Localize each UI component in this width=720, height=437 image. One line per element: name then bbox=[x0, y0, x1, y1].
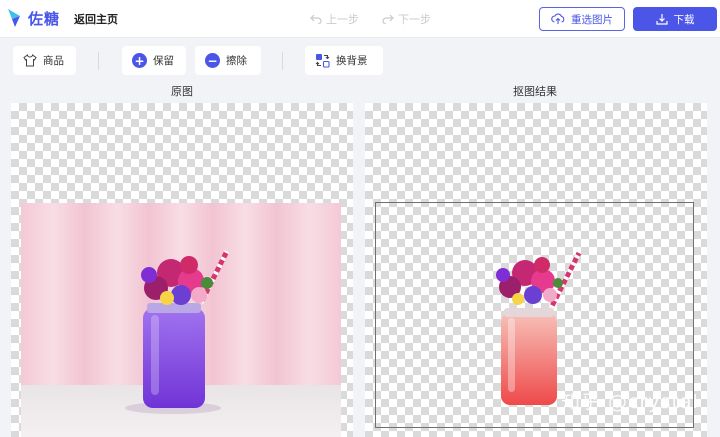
minus-icon: − bbox=[205, 53, 220, 68]
undo-button[interactable]: 上一步 bbox=[310, 11, 359, 27]
result-image-panel[interactable]: 知乎 @crystal bbox=[365, 103, 707, 437]
download-icon bbox=[655, 14, 668, 25]
undo-label: 上一步 bbox=[326, 13, 359, 26]
upload-icon bbox=[551, 13, 565, 24]
plus-icon: + bbox=[132, 53, 147, 68]
goods-label: 商品 bbox=[43, 55, 64, 67]
divider bbox=[282, 52, 283, 70]
reselect-label: 重选图片 bbox=[571, 13, 613, 26]
top-header: 佐糖 返回主页 上一步 下一步 重选图片 下载 bbox=[0, 0, 720, 38]
reselect-image-button[interactable]: 重选图片 bbox=[539, 7, 625, 31]
logo-icon bbox=[8, 9, 20, 27]
goods-mode-button[interactable]: 商品 bbox=[13, 46, 76, 75]
drink-jar-image bbox=[125, 249, 230, 414]
original-label: 原图 bbox=[171, 85, 193, 98]
erase-brush-button[interactable]: − 擦除 bbox=[195, 46, 261, 75]
download-label: 下载 bbox=[673, 13, 695, 26]
change-bg-label: 换背景 bbox=[336, 55, 368, 67]
result-label: 抠图结果 bbox=[513, 85, 557, 98]
redo-label: 下一步 bbox=[398, 13, 431, 26]
original-image-panel[interactable] bbox=[11, 103, 353, 437]
undo-icon bbox=[310, 14, 322, 24]
divider bbox=[98, 52, 99, 70]
download-button[interactable]: 下载 bbox=[633, 7, 717, 31]
keep-label: 保留 bbox=[153, 55, 174, 67]
erase-label: 擦除 bbox=[226, 55, 247, 67]
keep-brush-button[interactable]: + 保留 bbox=[122, 46, 186, 75]
logo[interactable]: 佐糖 bbox=[6, 7, 60, 29]
change-background-button[interactable]: 换背景 bbox=[305, 46, 383, 75]
redo-icon bbox=[382, 14, 394, 24]
shirt-icon bbox=[23, 54, 37, 67]
brand-name: 佐糖 bbox=[28, 9, 61, 28]
watermark-text: 知乎 @crystal bbox=[561, 391, 699, 413]
swap-icon bbox=[315, 54, 330, 68]
original-photo bbox=[21, 203, 341, 437]
edit-toolbar: 商品 + 保留 − 擦除 换背景 bbox=[0, 38, 720, 84]
redo-button[interactable]: 下一步 bbox=[382, 11, 431, 27]
back-home-link[interactable]: 返回主页 bbox=[74, 11, 118, 27]
